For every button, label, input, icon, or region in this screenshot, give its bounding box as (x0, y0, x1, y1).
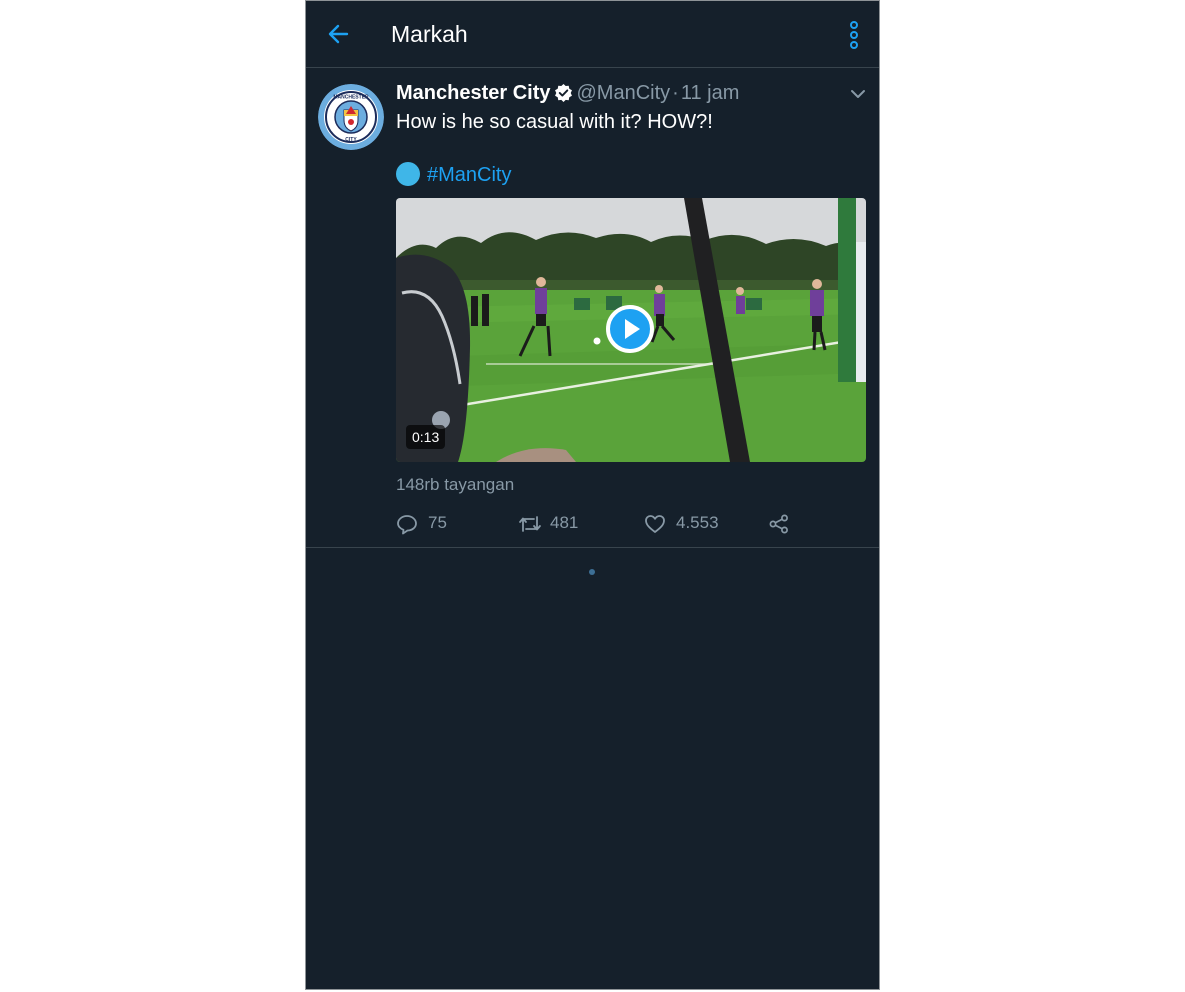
author-handle[interactable]: @ManCity (577, 82, 671, 104)
video-duration: 0:13 (406, 425, 446, 449)
more-options-button[interactable] (841, 19, 867, 51)
play-button[interactable] (606, 305, 654, 353)
play-icon (606, 305, 654, 353)
vertical-dots-icon (850, 21, 858, 49)
hashtag-line: #ManCity (396, 162, 511, 188)
svg-text:CITY: CITY (345, 137, 357, 143)
avatar[interactable]: MANCHESTER CITY (318, 84, 384, 150)
phone-screen: Markah MANCHESTER CITY Manchester City @… (305, 0, 880, 990)
reply-count: 75 (428, 513, 447, 532)
verified-badge-icon (554, 83, 573, 108)
heart-icon (645, 515, 665, 533)
svg-text:MANCHESTER: MANCHESTER (333, 95, 369, 101)
view-count: 148rb tayangan (396, 475, 515, 494)
like-count: 4.553 (676, 513, 719, 532)
loading-indicator (589, 569, 595, 575)
meta-separator: · (672, 82, 679, 104)
back-button[interactable] (324, 19, 354, 49)
tweet-actions: 75 481 4.553 (396, 511, 876, 537)
retweet-count: 481 (550, 513, 579, 532)
hashtag-link[interactable]: #ManCity (427, 164, 511, 186)
blue-circle-emoji-icon (396, 162, 420, 186)
tweet-text: How is he so casual with it? HOW?! (396, 111, 713, 133)
tweet-header: Manchester City @ManCity · 11 jam (396, 81, 739, 108)
reply-icon (397, 515, 417, 535)
chevron-down-icon (851, 90, 865, 98)
share-icon (769, 514, 788, 534)
tweet-timestamp[interactable]: 11 jam (681, 82, 740, 104)
arrow-left-icon (328, 24, 349, 44)
page-title: Markah (391, 21, 468, 47)
author-name[interactable]: Manchester City (396, 82, 551, 104)
top-app-bar: Markah (306, 1, 879, 68)
man-city-crest-logo: MANCHESTER CITY (318, 84, 384, 150)
video-player[interactable]: 0:13 (396, 198, 866, 462)
share-button[interactable] (768, 511, 792, 537)
tweet-menu-caret[interactable] (849, 87, 867, 101)
retweet-icon (519, 516, 541, 532)
tweet-card[interactable]: MANCHESTER CITY Manchester City @ManCity ·… (306, 68, 879, 548)
